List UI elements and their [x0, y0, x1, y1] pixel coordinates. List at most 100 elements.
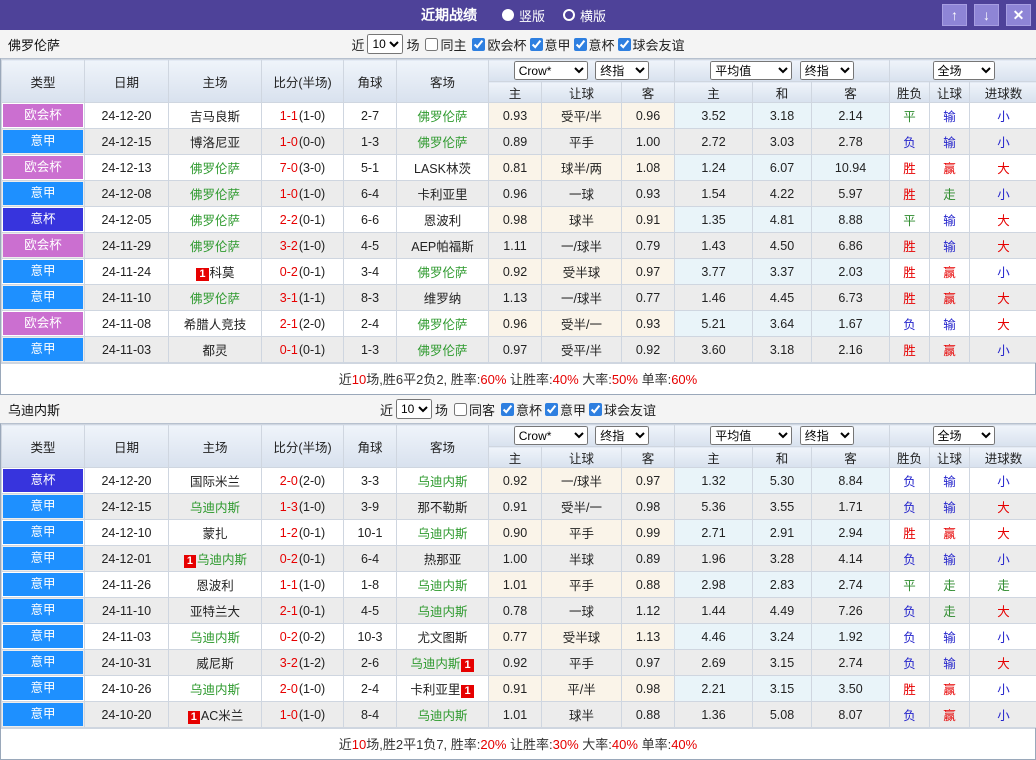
goals-result: 大 — [970, 207, 1036, 233]
match-date: 24-10-26 — [85, 676, 169, 702]
match-date: 24-12-08 — [85, 181, 169, 207]
team-name-text: 尤文图斯 — [417, 631, 467, 645]
score-cell: 1-3(1-0) — [262, 494, 344, 520]
league-filter-checkbox[interactable]: 欧会杯 — [472, 35, 526, 54]
goals-result: 小 — [970, 676, 1036, 702]
odds-home: 0.81 — [489, 155, 542, 181]
away-team-cell: 尤文图斯 — [397, 624, 489, 650]
match-scope-select[interactable]: 全场 — [933, 426, 995, 445]
full-time-score: 2-0 — [280, 474, 298, 488]
summary-stat-value: 40% — [612, 737, 638, 752]
average-select[interactable]: 平均值 — [710, 61, 792, 80]
odds-home: 1.13 — [489, 285, 542, 311]
move-down-button[interactable]: ↓ — [974, 4, 999, 26]
avg-odds-home: 2.21 — [675, 676, 753, 702]
close-button[interactable]: ✕ — [1006, 4, 1031, 26]
home-team-cell: 吉马良斯 — [169, 103, 262, 129]
filter-row: 佛罗伦萨 近 10 场 同主 欧会杯意甲意杯球会友谊 — [0, 30, 1036, 58]
away-team-cell: 佛罗伦萨 — [397, 129, 489, 155]
odds-group-header: Crow* 终指 — [489, 60, 675, 82]
league-filter-checkbox[interactable]: 球会友谊 — [589, 400, 656, 419]
league-checkbox-input[interactable] — [618, 38, 631, 51]
win-lose-result: 平 — [890, 103, 930, 129]
league-filter-checkbox[interactable]: 意甲 — [530, 35, 571, 54]
layout-horizontal-radio[interactable]: 横版 — [563, 6, 606, 25]
league-type-badge: 意甲 — [3, 521, 83, 544]
odds-away: 1.12 — [622, 598, 675, 624]
league-checkbox-input[interactable] — [530, 38, 543, 51]
odds-away: 0.93 — [622, 311, 675, 337]
league-type-badge: 意甲 — [3, 130, 83, 153]
league-filter-checkbox[interactable]: 意杯 — [574, 35, 615, 54]
team-name-text: 卡利亚里 — [410, 683, 460, 697]
match-count-select[interactable]: 10 — [396, 399, 432, 419]
avg-odds-home: 1.35 — [675, 207, 753, 233]
goals-result: 大 — [970, 155, 1036, 181]
win-lose-result: 胜 — [890, 233, 930, 259]
bookmaker-select[interactable]: Crow* — [514, 426, 588, 445]
handicap-result: 赢 — [930, 285, 970, 311]
same-venue-checkbox[interactable]: 同客 — [454, 400, 495, 419]
handicap-result: 赢 — [930, 520, 970, 546]
same-venue-checkbox[interactable]: 同主 — [425, 35, 466, 54]
red-card-badge: 1 — [188, 711, 200, 724]
avg-odds-home: 1.44 — [675, 598, 753, 624]
score-cell: 1-1(1-0) — [262, 572, 344, 598]
red-card-badge: 1 — [196, 268, 208, 281]
league-type-cell: 欧会杯 — [2, 155, 85, 181]
odds-home: 0.90 — [489, 520, 542, 546]
odds-home: 0.92 — [489, 468, 542, 494]
team-name-text: 乌迪内斯 — [190, 501, 240, 515]
final-odds-select-1[interactable]: 终指 — [595, 61, 649, 80]
home-team-cell: 乌迪内斯 — [169, 676, 262, 702]
layout-vertical-radio[interactable]: 竖版 — [502, 6, 545, 25]
final-odds-select-2[interactable]: 终指 — [800, 426, 854, 445]
move-up-button[interactable]: ↑ — [942, 4, 967, 26]
team-name-text: 热那亚 — [424, 553, 462, 567]
home-team-cell: 威尼斯 — [169, 650, 262, 676]
handicap-result: 输 — [930, 624, 970, 650]
league-filter-checkbox[interactable]: 球会友谊 — [618, 35, 685, 54]
league-checkbox-input[interactable] — [501, 403, 514, 416]
league-checkbox-input[interactable] — [574, 38, 587, 51]
average-select[interactable]: 平均值 — [710, 426, 792, 445]
avg-odds-draw: 2.83 — [753, 572, 812, 598]
col-odds-away: 客 — [622, 82, 675, 103]
team-name-text: 蒙扎 — [202, 527, 227, 541]
home-team-cell: 佛罗伦萨 — [169, 285, 262, 311]
same-venue-checkbox-input[interactable] — [425, 38, 438, 51]
avg-odds-draw: 4.50 — [753, 233, 812, 259]
table-row: 意甲 24-10-31 威尼斯 3-2(1-2) 2-6 乌迪内斯1 0.92 … — [2, 650, 1036, 676]
avg-odds-draw: 3.15 — [753, 650, 812, 676]
odds-away: 0.77 — [622, 285, 675, 311]
league-filter-checkbox[interactable]: 意杯 — [501, 400, 542, 419]
team-name-text: 乌迪内斯 — [197, 553, 247, 567]
final-odds-select-2[interactable]: 终指 — [800, 61, 854, 80]
match-count-select[interactable]: 10 — [367, 34, 403, 54]
home-team-cell: 佛罗伦萨 — [169, 155, 262, 181]
team-name-text: 佛罗伦萨 — [417, 344, 467, 358]
home-team-cell: 1科莫 — [169, 259, 262, 285]
half-time-score: (0-1) — [299, 213, 325, 227]
avg-odds-draw: 6.07 — [753, 155, 812, 181]
avg-odds-away: 6.86 — [812, 233, 890, 259]
league-checkbox-input[interactable] — [545, 403, 558, 416]
final-odds-select-1[interactable]: 终指 — [595, 426, 649, 445]
league-checkbox-input[interactable] — [589, 403, 602, 416]
team-name-text: 亚特兰大 — [190, 605, 240, 619]
avg-odds-away: 2.94 — [812, 520, 890, 546]
half-time-score: (1-0) — [299, 500, 325, 514]
match-scope-select[interactable]: 全场 — [933, 61, 995, 80]
league-filter-checkbox[interactable]: 意甲 — [545, 400, 586, 419]
away-team-cell: 那不勒斯 — [397, 494, 489, 520]
league-checkbox-input[interactable] — [472, 38, 485, 51]
same-venue-checkbox-input[interactable] — [454, 403, 467, 416]
match-date: 24-10-31 — [85, 650, 169, 676]
bookmaker-select[interactable]: Crow* — [514, 61, 588, 80]
match-date: 24-12-15 — [85, 129, 169, 155]
match-date: 24-11-10 — [85, 285, 169, 311]
corner-count: 1-3 — [344, 129, 397, 155]
team-name-text: 佛罗伦萨 — [190, 214, 240, 228]
table-row: 欧会杯 24-11-29 佛罗伦萨 3-2(1-0) 4-5 AEP帕福斯 1.… — [2, 233, 1036, 259]
odds-away: 0.88 — [622, 572, 675, 598]
